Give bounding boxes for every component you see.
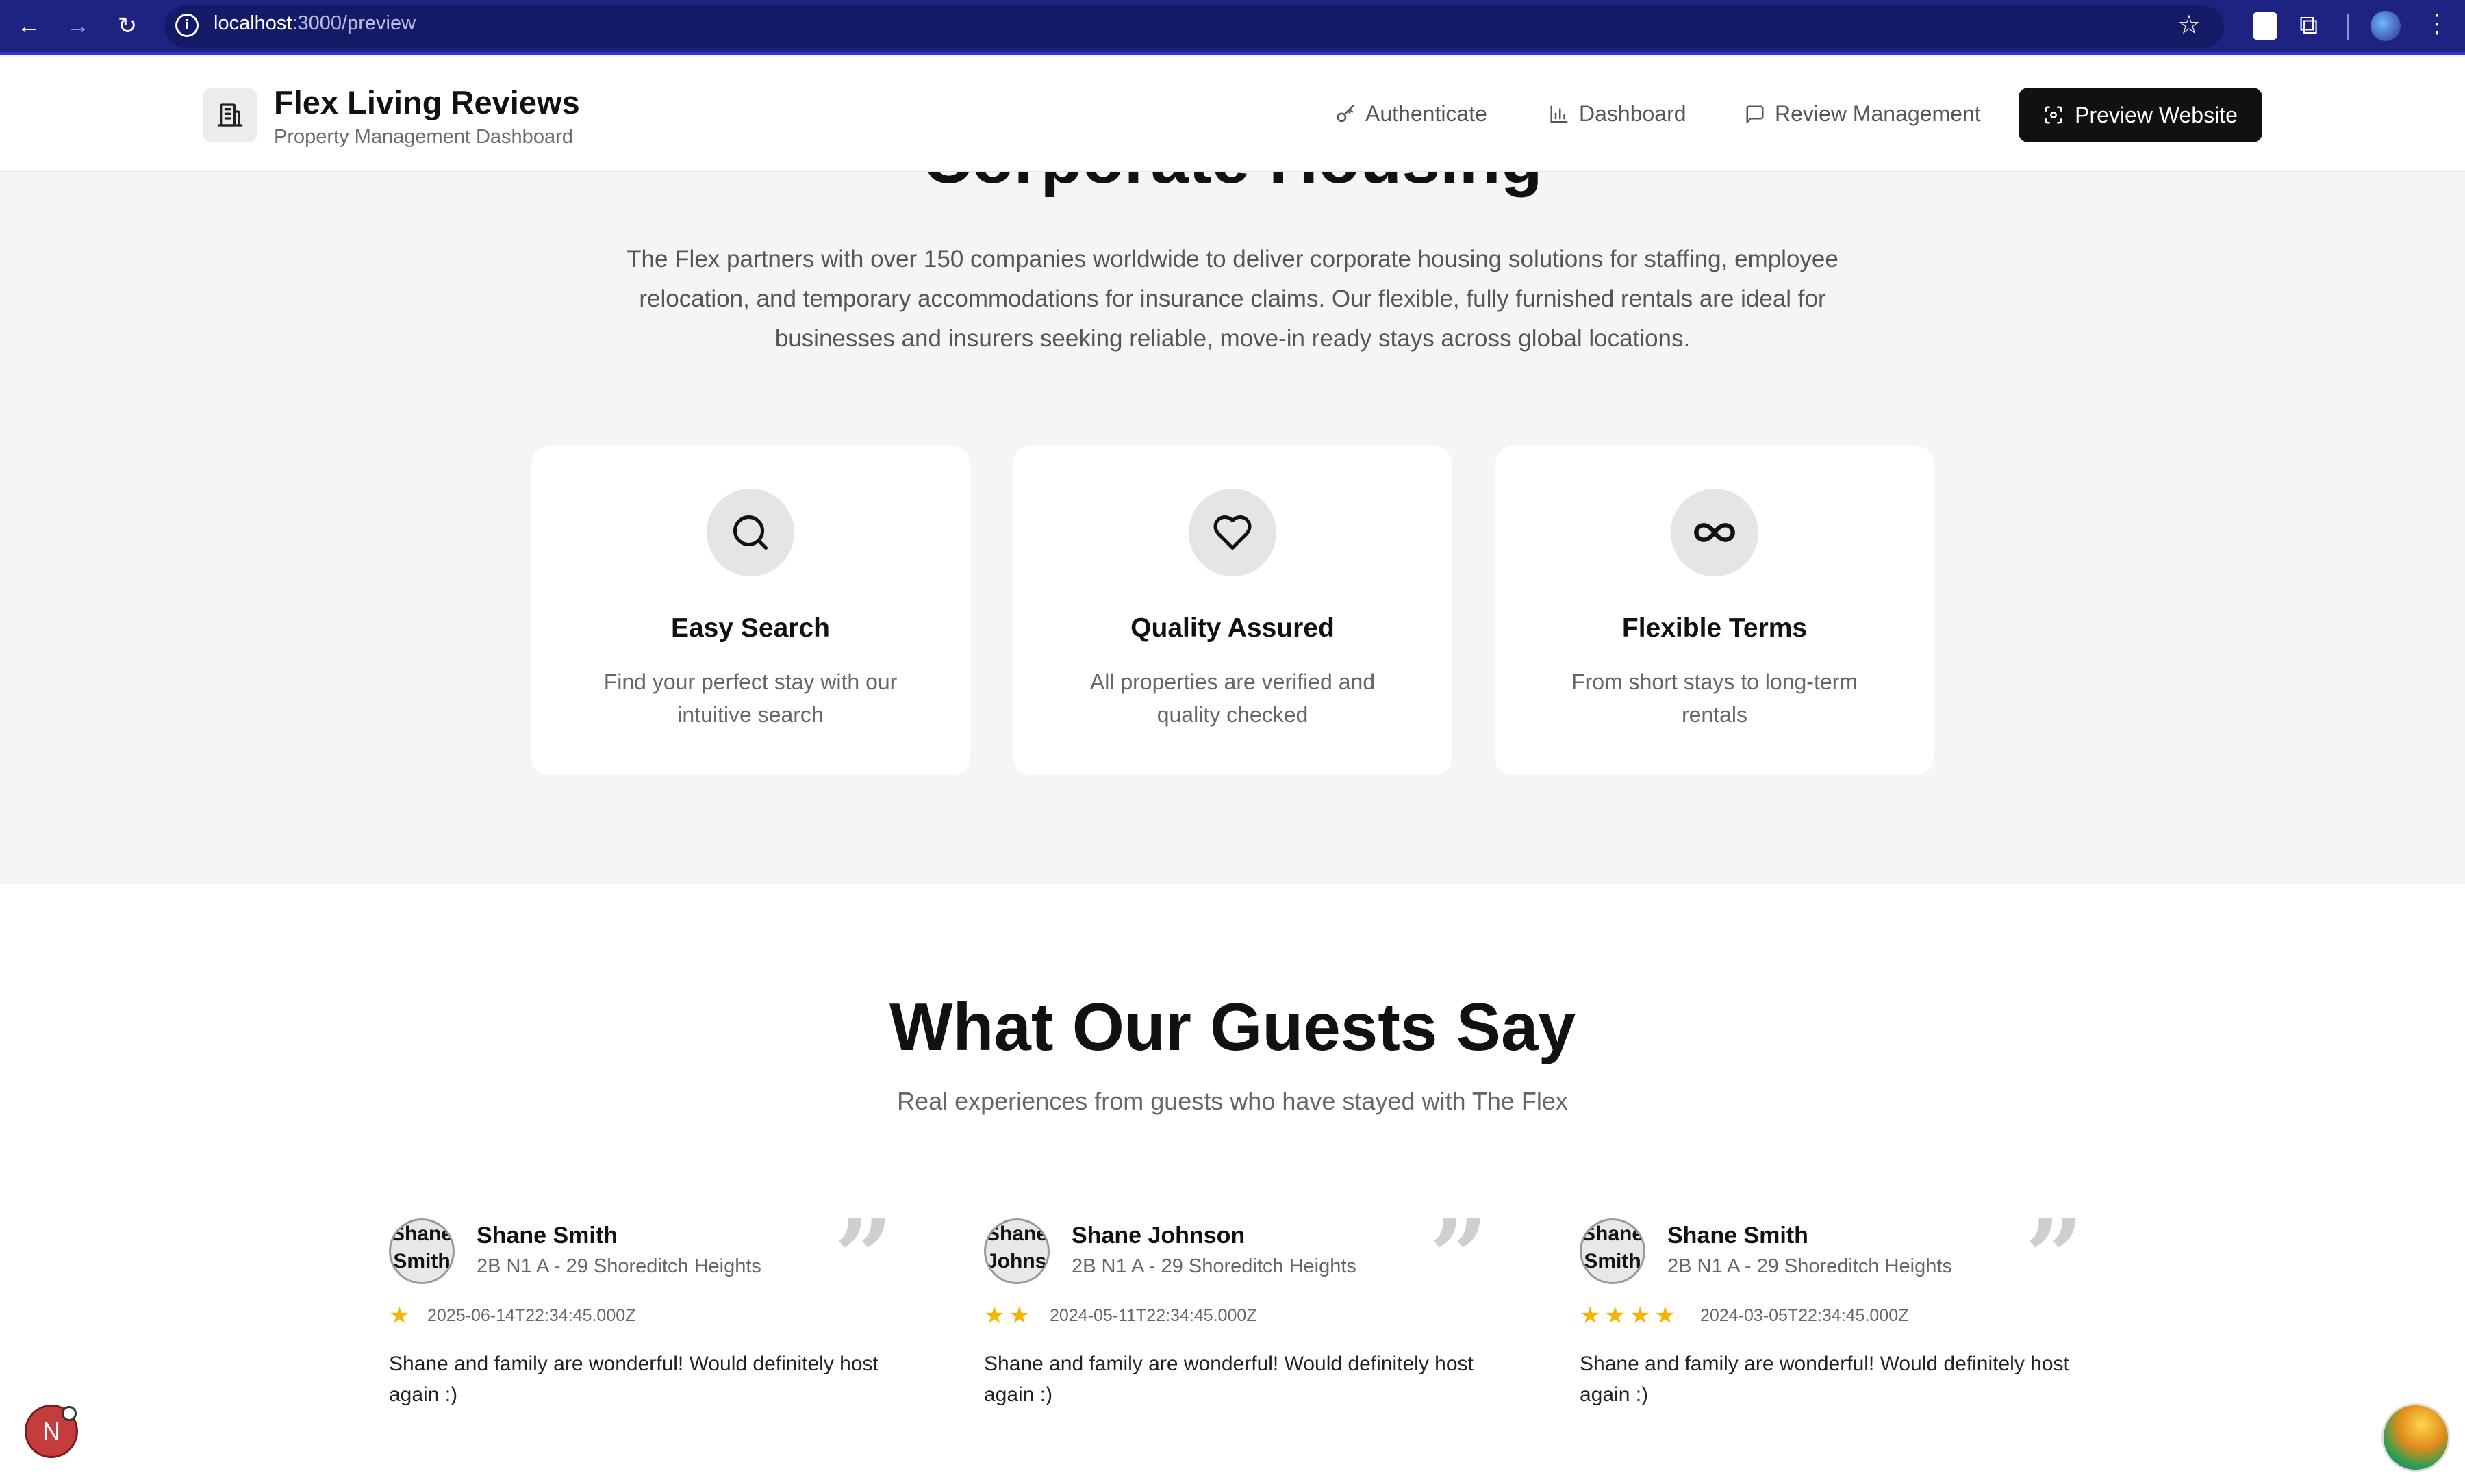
quote-icon: ” <box>834 1197 894 1318</box>
star-icon: ★ <box>1629 1303 1651 1329</box>
feature-title: Flexible Terms <box>1621 613 1808 643</box>
nav-review-management-label: Review Management <box>1775 101 1981 126</box>
guests-subtitle: Real experiences from guests who have st… <box>897 1087 1568 1115</box>
nav-authenticate-label: Authenticate <box>1365 101 1487 126</box>
feature-title: Quality Assured <box>1130 613 1335 643</box>
feature-description: From short stays to long-term rentals <box>1571 669 1858 727</box>
bar-chart-icon <box>1550 105 1568 123</box>
star-icon: ★ <box>389 1303 410 1329</box>
star-icon: ★ <box>1580 1303 1601 1329</box>
reviewer-name: Shane Smith <box>1667 1223 1808 1249</box>
star-rating: ★ <box>389 1302 409 1329</box>
reload-button[interactable]: ↻ <box>111 10 144 42</box>
nav-review-management[interactable]: Review Management <box>1745 101 1981 127</box>
scan-eye-icon <box>2045 106 2062 124</box>
forward-button[interactable]: → <box>62 10 94 42</box>
feature-description: Find your perfect stay with our intuitiv… <box>603 669 898 727</box>
quote-icon: ” <box>2025 1197 2084 1318</box>
guests-title: What Our Guests Say <box>889 989 1576 1064</box>
review-card: Shane Smith Shane Smith 2B N1 A - 29 Sho… <box>389 1206 909 1418</box>
review-card: Shane Johnson Shane Johnson 2B N1 A - 29… <box>984 1206 1504 1418</box>
app-header: Flex Living Reviews Property Management … <box>0 57 2465 172</box>
star-rating: ★ ★ ★ ★ <box>1580 1302 1676 1329</box>
building-icon[interactable] <box>203 88 257 142</box>
star-icon: ★ <box>984 1303 1005 1329</box>
review-property: 2B N1 A - 29 Shoreditch Heights <box>477 1255 761 1277</box>
star-rating: ★ ★ <box>984 1302 1030 1329</box>
browser-menu-icon[interactable]: ⋮ <box>2424 8 2450 39</box>
quote-icon: ” <box>1429 1197 1489 1318</box>
review-date: 2024-03-05T22:34:45.000Z <box>1700 1306 1909 1325</box>
floating-assistant-bubble[interactable] <box>2381 1403 2450 1472</box>
brand-title[interactable]: Flex Living Reviews <box>274 84 580 121</box>
avatar: Shane Smith <box>1580 1218 1645 1284</box>
review-date: 2024-05-11T22:34:45.000Z <box>1050 1306 1257 1325</box>
puzzle-extensions-icon[interactable]: ⧉ <box>2299 11 2318 40</box>
toolbar-separator <box>2347 14 2349 40</box>
search-icon <box>707 489 794 576</box>
heart-icon <box>1189 489 1276 576</box>
feature-card-quality-assured: Quality Assured All properties are verif… <box>1013 446 1452 775</box>
review-card: Shane Smith Shane Smith 2B N1 A - 29 Sho… <box>1580 1206 2100 1418</box>
feature-card-flexible-terms: Flexible Terms From short stays to long-… <box>1495 446 1934 775</box>
infinity-icon <box>1671 489 1758 576</box>
reviewer-name: Shane Johnson <box>1072 1223 1246 1249</box>
preview-website-label: Preview Website <box>2075 102 2238 127</box>
feature-card-easy-search: Easy Search Find your perfect stay with … <box>531 446 970 775</box>
url-host: localhost <box>214 12 292 34</box>
nav-dashboard-label: Dashboard <box>1579 101 1686 126</box>
feature-title: Easy Search <box>670 613 830 643</box>
review-text: Shane and family are wonderful! Would de… <box>389 1353 878 1406</box>
brand-subtitle: Property Management Dashboard <box>274 126 573 148</box>
browser-toolbar: ← → ↻ i localhost:3000/preview ☆ ⧉ ⋮ <box>0 0 2465 55</box>
review-property: 2B N1 A - 29 Shoreditch Heights <box>1667 1255 1952 1277</box>
nav-authenticate[interactable]: Authenticate <box>1335 101 1487 127</box>
site-info-icon[interactable]: i <box>175 14 199 37</box>
url-path: :3000/preview <box>292 12 416 34</box>
url-text[interactable]: localhost:3000/preview <box>214 12 416 35</box>
preview-website-button[interactable]: Preview Website <box>2019 88 2262 142</box>
back-button[interactable]: ← <box>12 10 45 42</box>
review-text: Shane and family are wonderful! Would de… <box>984 1353 1474 1406</box>
feature-description: All properties are verified and quality … <box>1089 669 1376 727</box>
bookmark-star-icon[interactable]: ☆ <box>2177 10 2201 40</box>
avatar: Shane Smith <box>389 1218 455 1284</box>
avatar: Shane Johnson <box>984 1218 1050 1284</box>
extension-icon[interactable] <box>2253 12 2277 40</box>
key-icon <box>1337 104 1354 122</box>
corporate-description: The Flex partners with over 150 companie… <box>627 246 1838 352</box>
dev-indicator-dot <box>62 1406 77 1421</box>
star-icon: ★ <box>1604 1303 1626 1329</box>
address-bar[interactable] <box>164 5 2224 48</box>
message-square-icon <box>1746 105 1764 123</box>
review-property: 2B N1 A - 29 Shoreditch Heights <box>1072 1255 1356 1277</box>
star-icon: ★ <box>1654 1303 1676 1329</box>
nav-dashboard[interactable]: Dashboard <box>1549 101 1686 127</box>
reviewer-name: Shane Smith <box>477 1223 618 1249</box>
review-date: 2025-06-14T22:34:45.000Z <box>427 1306 636 1325</box>
profile-avatar[interactable] <box>2371 11 2401 41</box>
star-icon: ★ <box>1009 1303 1030 1329</box>
review-text: Shane and family are wonderful! Would de… <box>1580 1353 2069 1406</box>
